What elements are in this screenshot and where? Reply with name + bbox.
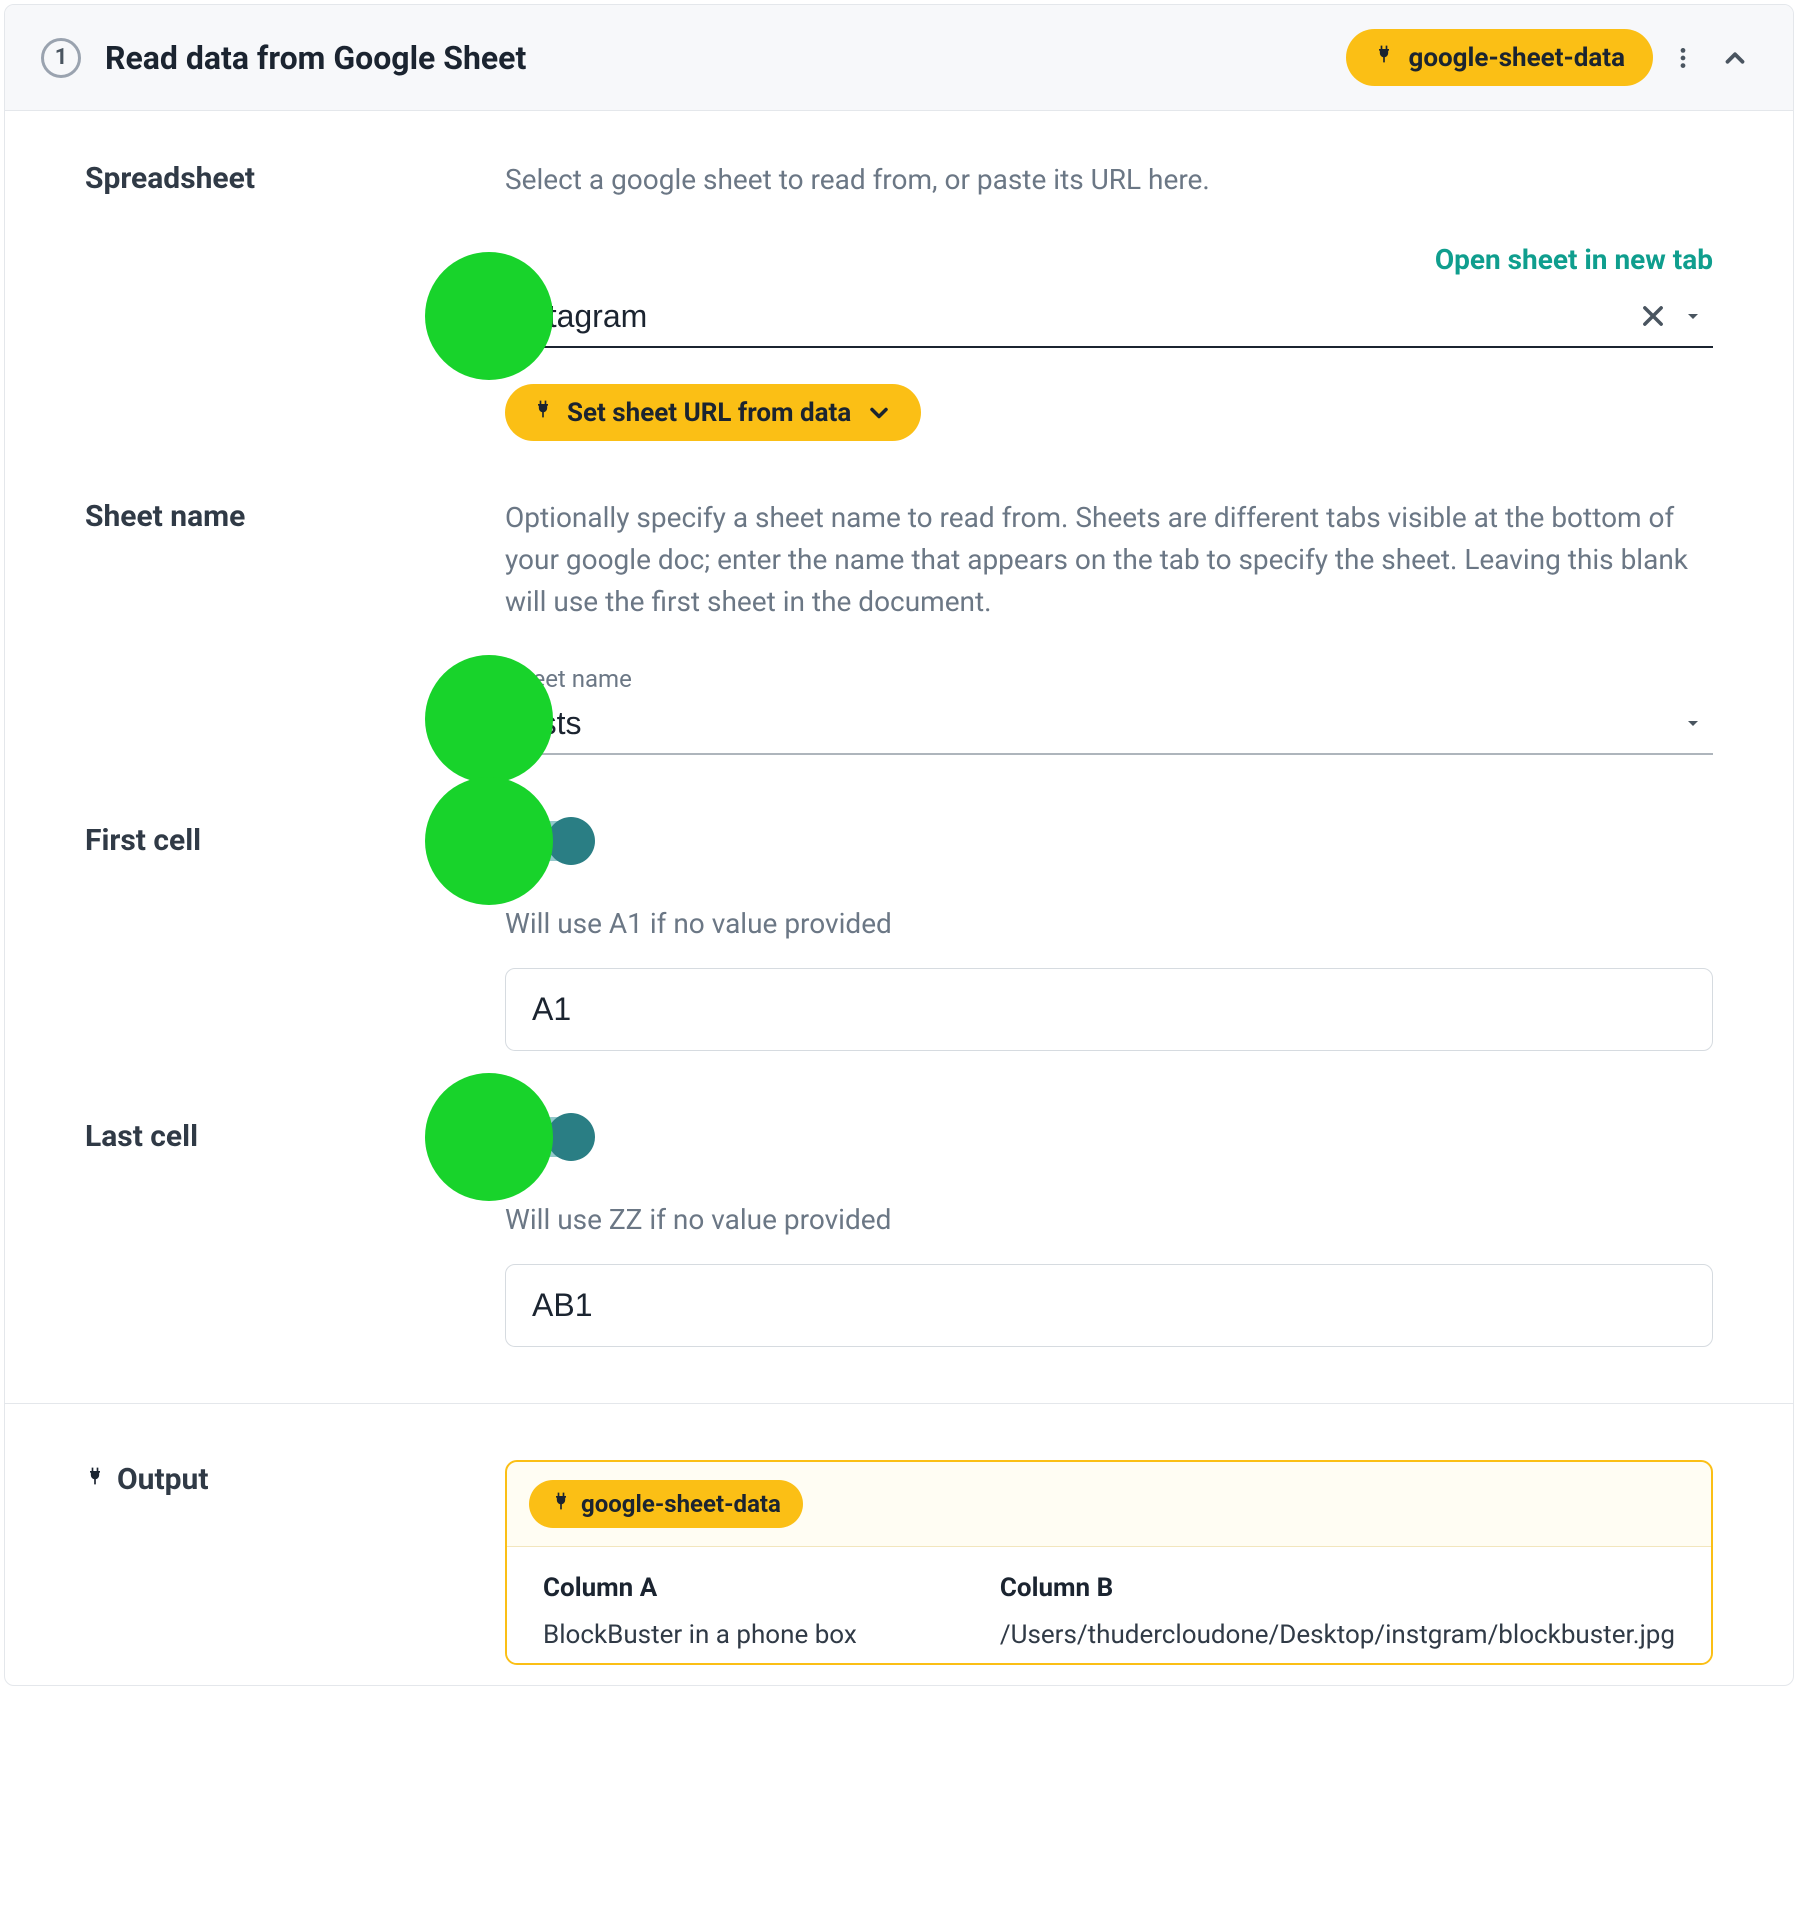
plug-icon <box>533 396 553 429</box>
dropdown-icon[interactable] <box>1673 296 1713 336</box>
output-column: Column A BlockBuster in a phone box <box>543 1573 980 1653</box>
output-row: Output google-sheet-data Column A <box>85 1404 1713 1665</box>
last-cell-input[interactable] <box>505 1264 1713 1347</box>
panel-title: Read data from Google Sheet <box>105 39 1346 77</box>
sheet-name-select[interactable] <box>505 691 1713 755</box>
first-cell-row: First cell Will use A1 if no value provi… <box>85 811 1713 1051</box>
first-cell-hint: Will use A1 if no value provided <box>505 907 1713 940</box>
output-box: google-sheet-data Column A BlockBuster i… <box>505 1460 1713 1665</box>
highlight-marker <box>425 1073 553 1201</box>
panel-header: 1 Read data from Google Sheet google-she… <box>5 5 1793 111</box>
first-cell-input[interactable] <box>505 968 1713 1051</box>
more-menu-button[interactable] <box>1661 36 1705 80</box>
plug-icon <box>85 1462 105 1497</box>
last-cell-row: Last cell Will use ZZ if no value provid… <box>85 1107 1713 1347</box>
open-sheet-link[interactable]: Open sheet in new tab <box>1435 243 1713 276</box>
spreadsheet-row: Spreadsheet Select a google sheet to rea… <box>85 159 1713 441</box>
output-label: Output <box>85 1462 505 1497</box>
data-source-badge-label: google-sheet-data <box>1408 43 1625 73</box>
plug-icon <box>551 1488 571 1520</box>
last-cell-hint: Will use ZZ if no value provided <box>505 1203 1713 1236</box>
sheet-name-label: Sheet name <box>85 497 505 534</box>
sheet-name-field-label: Sheet name <box>505 665 1713 693</box>
set-sheet-url-button[interactable]: Set sheet URL from data <box>505 384 921 441</box>
toggle-knob <box>547 817 595 865</box>
column-value: /Users/thudercloudone/Desktop/instgram/b… <box>1000 1617 1675 1653</box>
highlight-marker <box>425 252 553 380</box>
step-number-badge: 1 <box>41 38 81 78</box>
dropdown-icon[interactable] <box>1673 703 1713 743</box>
sheet-name-row: Sheet name Optionally specify a sheet na… <box>85 497 1713 755</box>
column-head: Column B <box>1000 1573 1675 1603</box>
collapse-toggle[interactable] <box>1713 36 1757 80</box>
data-source-badge[interactable]: google-sheet-data <box>1346 29 1653 86</box>
column-head: Column A <box>543 1573 980 1603</box>
sheet-name-desc: Optionally specify a sheet name to read … <box>505 497 1713 623</box>
output-data-badge[interactable]: google-sheet-data <box>529 1480 803 1528</box>
sheet-name-input[interactable] <box>505 705 1673 742</box>
spreadsheet-label: Spreadsheet <box>85 159 505 196</box>
spreadsheet-select[interactable] <box>505 284 1713 348</box>
output-column: Column B /Users/thudercloudone/Desktop/i… <box>1000 1573 1675 1653</box>
spreadsheet-desc: Select a google sheet to read from, or p… <box>505 159 1713 201</box>
panel-body: Spreadsheet Select a google sheet to rea… <box>5 111 1793 1685</box>
highlight-marker <box>425 777 553 905</box>
set-sheet-url-label: Set sheet URL from data <box>567 398 851 428</box>
toggle-knob <box>547 1113 595 1161</box>
plug-icon <box>1374 41 1394 74</box>
output-label-text: Output <box>117 1462 208 1497</box>
spreadsheet-input[interactable] <box>505 298 1633 335</box>
chevron-down-icon <box>865 399 893 427</box>
column-value: BlockBuster in a phone box <box>543 1617 980 1653</box>
highlight-marker <box>425 655 553 783</box>
clear-icon[interactable] <box>1633 296 1673 336</box>
output-data-badge-label: google-sheet-data <box>581 1490 781 1518</box>
step-panel: 1 Read data from Google Sheet google-she… <box>4 4 1794 1686</box>
